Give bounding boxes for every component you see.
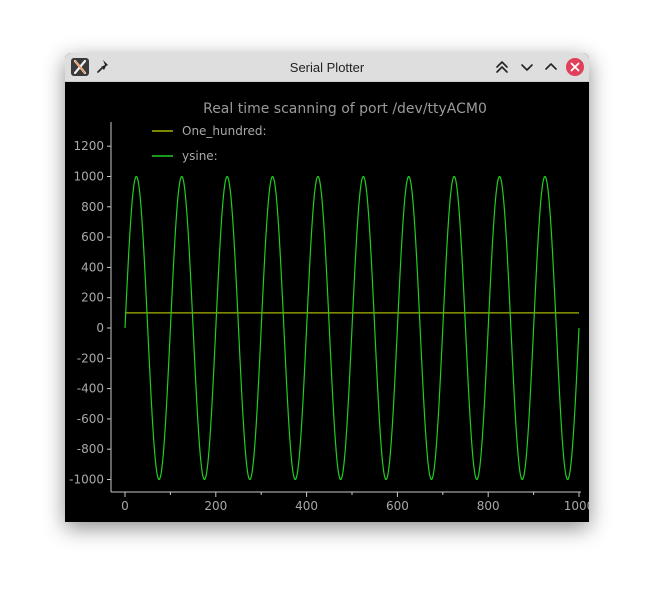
chart-svg[interactable]: Real time scanning of port /dev/ttyACM0 … [65,82,589,522]
serial-plotter-window: Serial Plotter Real time scanning of por… [65,53,589,522]
minimize-icon[interactable] [517,57,537,77]
x-tick-label: 400 [295,499,318,513]
y-tick-label: 600 [81,230,104,244]
y-tick-label: 200 [81,291,104,305]
y-tick-label: -600 [77,412,104,426]
y-tick-label: -200 [77,351,104,365]
x-tick-label: 1000 [564,499,589,513]
legend-label-0: One_hundred: [182,124,267,138]
keep-above-icon[interactable] [492,57,512,77]
y-tick-label: 1200 [73,139,104,153]
x-tick-label: 200 [204,499,227,513]
y-tick-label: 800 [81,200,104,214]
plot-area[interactable]: Real time scanning of port /dev/ttyACM0 … [65,82,589,522]
chart-title: Real time scanning of port /dev/ttyACM0 [203,101,487,117]
series-layer [124,175,580,481]
y-tick-label: 1000 [73,170,104,184]
y-tick-label: -800 [77,442,104,456]
series-line-1 [124,175,580,481]
y-tick-label: -1000 [69,473,104,487]
close-icon[interactable] [565,57,585,77]
window-titlebar[interactable]: Serial Plotter [65,53,589,82]
x-tick-label: 800 [477,499,500,513]
legend-label-1: ysine: [182,149,218,163]
y-tick-label: 400 [81,260,104,274]
x-tick-label: 600 [386,499,409,513]
y-tick-label: -400 [77,382,104,396]
x-tick-label: 0 [121,499,129,513]
y-tick-label: 0 [96,321,104,335]
maximize-icon[interactable] [541,57,561,77]
chart-legend: One_hundred: ysine: [152,124,267,163]
